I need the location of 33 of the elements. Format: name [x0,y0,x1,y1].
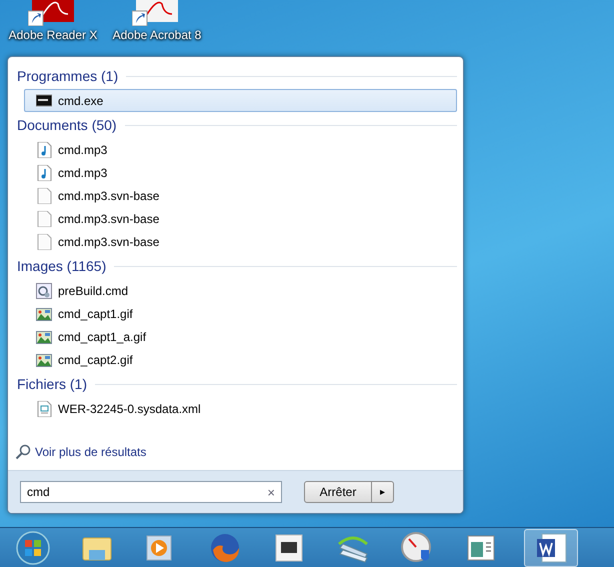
result-item[interactable]: cmd_capt1_a.gif [24,325,457,348]
group-heading: Fichiers (1) [17,376,88,392]
arrow-button[interactable]: ▸ [372,481,394,503]
xml-file-icon [36,400,52,416]
clear-button[interactable]: × [261,484,281,500]
music-file-icon [36,164,52,180]
search-icon [15,444,31,460]
blank-file-icon [36,188,52,204]
group-heading: Images (1165) [17,258,106,274]
group-heading: Programmes (1) [17,68,118,84]
console-icon [36,92,52,108]
result-item[interactable]: cmd.exe [24,89,457,112]
picture-file-icon [36,306,52,322]
result-item[interactable]: cmd.mp3.svn-base [24,207,457,230]
result-item[interactable]: cmd.mp3.svn-base [24,230,457,253]
blank-file-icon [36,234,52,250]
picture-file-icon [36,328,52,344]
result-item[interactable]: WER-32245-0.sysdata.xml [24,397,457,420]
result-item[interactable]: cmd_capt2.gif [24,348,457,371]
blank-file-icon [36,210,52,226]
search-field[interactable]: cmd × [20,481,282,503]
result-item[interactable]: cmd_capt1.gif [24,302,457,325]
taskbar-button[interactable] [524,528,578,567]
result-item[interactable]: preBuild.cmd [24,279,457,302]
more-results-link[interactable]: Voir plus de résultats [35,445,146,459]
result-item[interactable]: cmd.mp3 [24,161,457,184]
gear-file-icon [36,282,52,298]
result-item[interactable]: cmd.mp3.svn-base [24,184,457,207]
result-item[interactable]: cmd.mp3 [24,138,457,161]
picture-file-icon [36,352,52,368]
group-heading: Documents (50) [17,117,117,133]
stop-button[interactable]: Arrêter [304,481,372,503]
music-file-icon [36,142,52,158]
